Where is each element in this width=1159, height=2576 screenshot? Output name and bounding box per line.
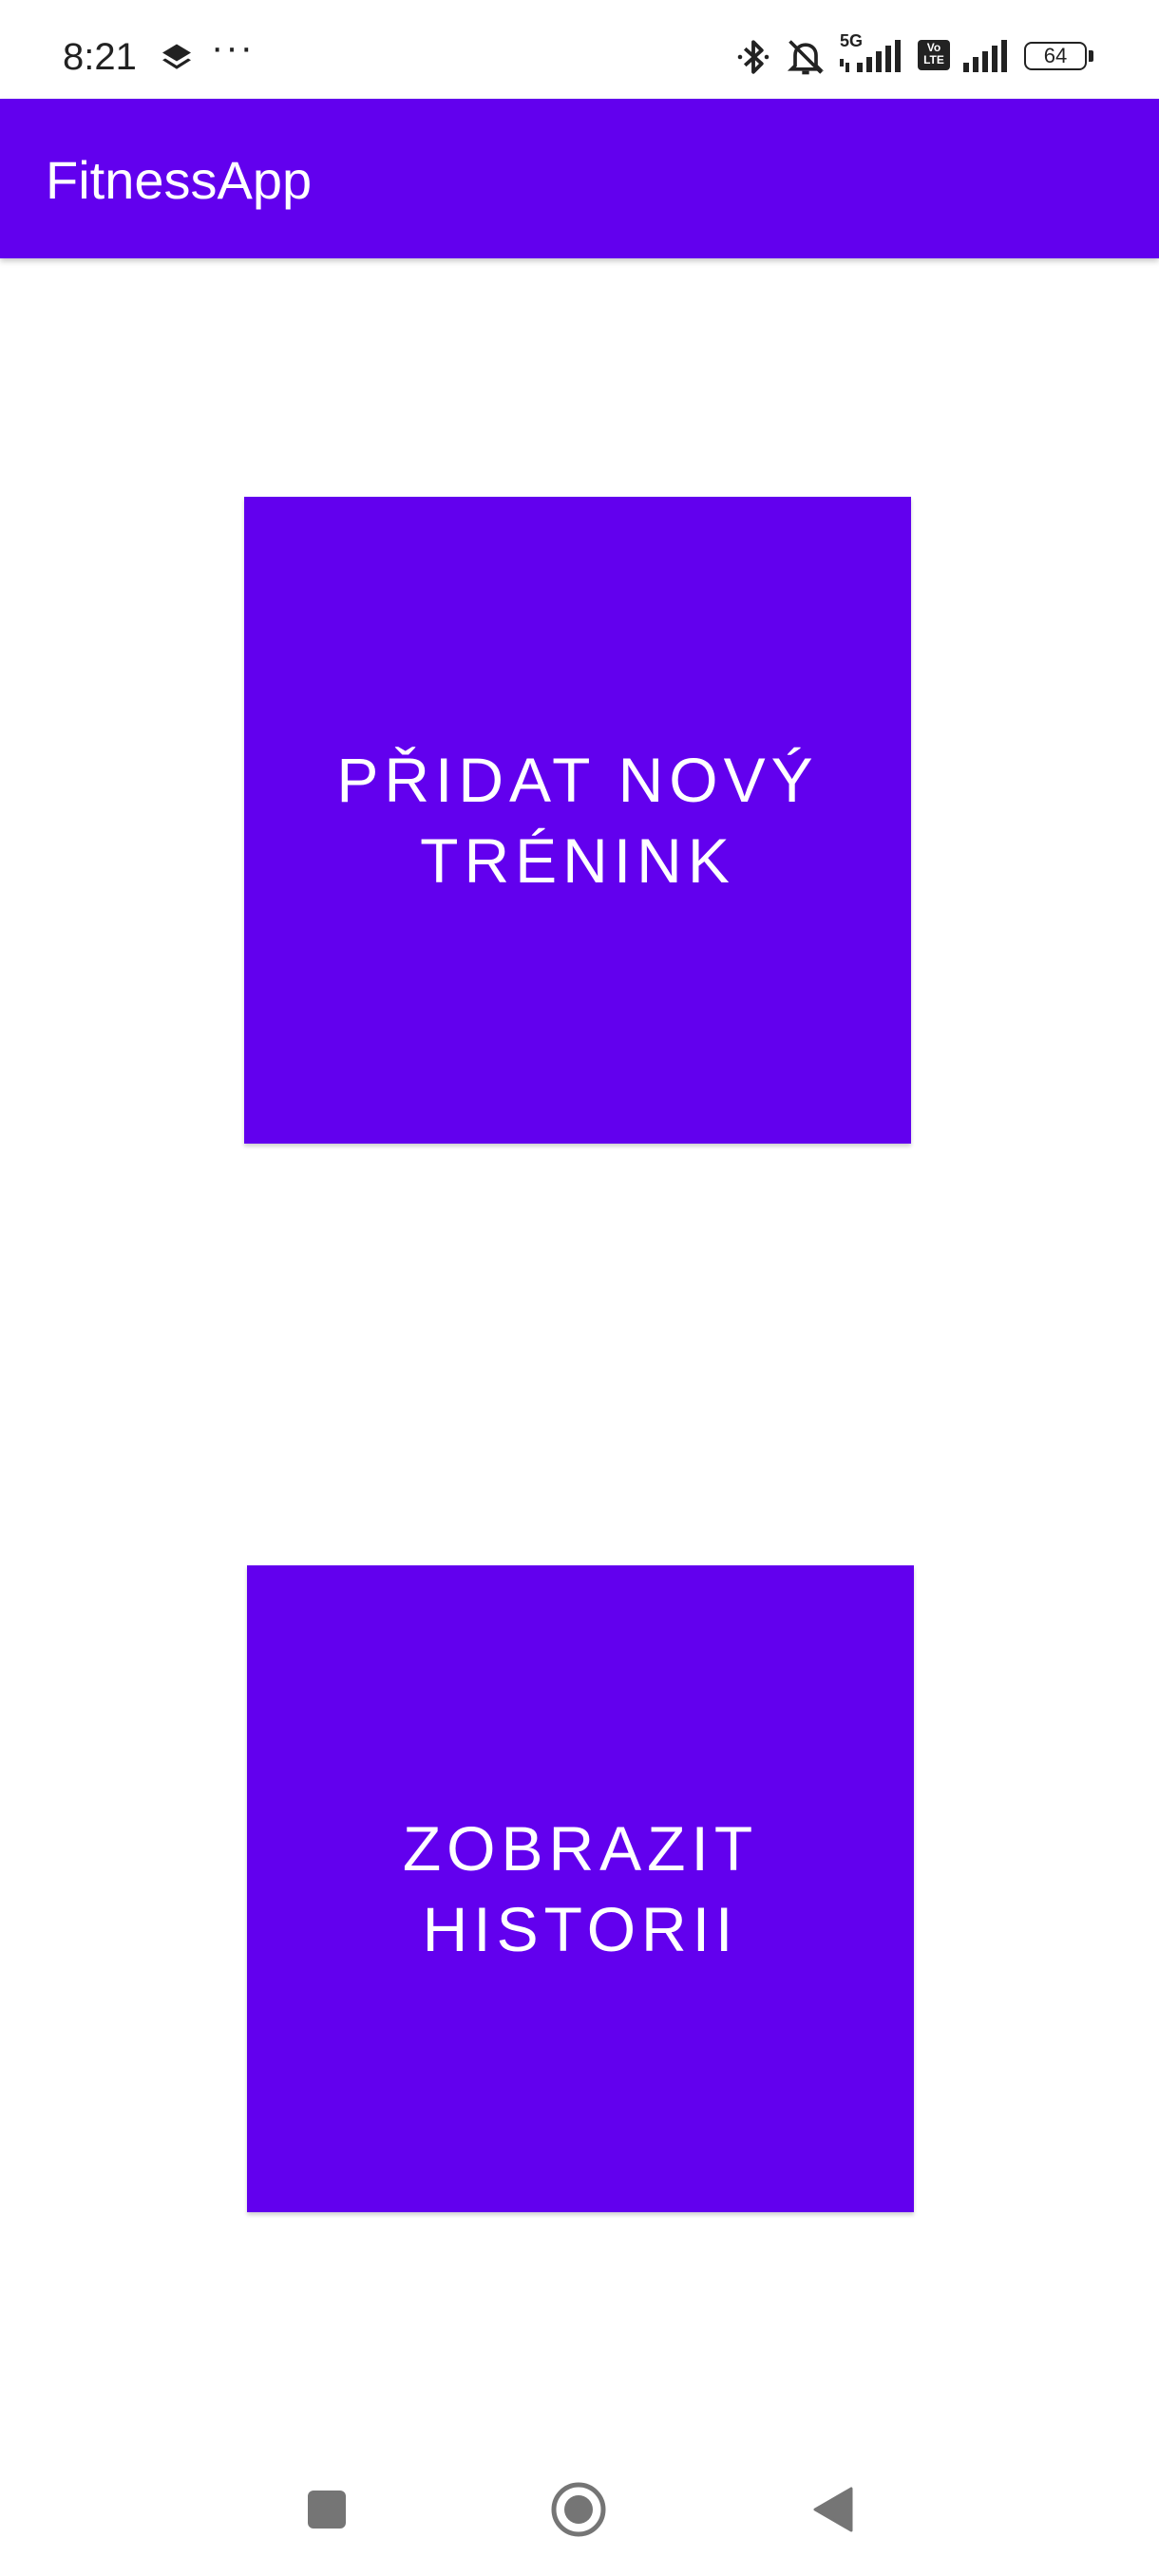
signal-5g: 5G	[838, 32, 908, 80]
add-training-button[interactable]: Přidat nový trénink	[244, 497, 911, 1144]
add-training-label: Přidat nový trénink	[336, 744, 819, 896]
status-time: 8:21	[63, 36, 137, 78]
signal-icon	[840, 40, 901, 72]
show-history-label: Zobrazit historii	[402, 1812, 759, 1964]
bluetooth-icon	[737, 40, 770, 74]
battery-level: 64	[1043, 44, 1068, 67]
more-notifications-icon: ···	[211, 27, 255, 68]
volte-icon: Vo LTE	[918, 34, 952, 80]
screen: 8:21 ··· 5G Vo LTE 64 FitnessApp PŘIDAT …	[0, 0, 1159, 2576]
app-title: FitnessApp	[46, 150, 313, 210]
signal-icon	[963, 40, 1007, 72]
recents-icon[interactable]	[298, 2481, 355, 2538]
app-bar: FitnessApp	[0, 99, 1159, 258]
home-icon[interactable]	[550, 2481, 607, 2538]
bell-off-icon	[787, 40, 825, 75]
volte-label: Vo LTE	[923, 41, 944, 66]
show-history-button[interactable]: Zobrazit historii	[247, 1565, 914, 2212]
status-bar: 8:21 ··· 5G Vo LTE 64	[0, 0, 1159, 99]
layers-icon	[162, 44, 191, 69]
back-icon[interactable]	[806, 2481, 863, 2538]
battery-icon: 64	[1024, 34, 1096, 80]
